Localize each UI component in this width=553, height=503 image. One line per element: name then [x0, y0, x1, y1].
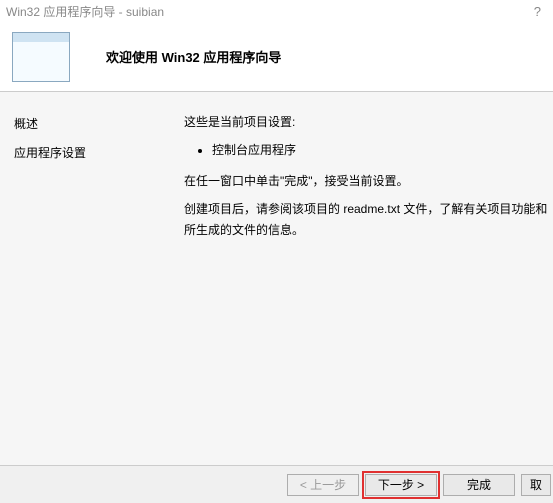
settings-list: 控制台应用程序 — [184, 140, 551, 160]
wizard-footer: < 上一步 下一步 > 完成 取 — [0, 465, 553, 503]
instruction-line: 在任一窗口中单击"完成"，接受当前设置。 — [184, 171, 551, 191]
help-icon[interactable]: ? — [528, 4, 547, 19]
wizard-main: 这些是当前项目设置: 控制台应用程序 在任一窗口中单击"完成"，接受当前设置。 … — [176, 92, 553, 465]
wizard-header-title: 欢迎使用 Win32 应用程序向导 — [106, 47, 281, 66]
wizard-header-icon — [12, 32, 70, 82]
cancel-button[interactable]: 取 — [521, 474, 551, 496]
wizard-sidebar: 概述 应用程序设置 — [0, 92, 176, 465]
sidebar-item-label: 应用程序设置 — [14, 146, 86, 160]
finish-button[interactable]: 完成 — [443, 474, 515, 496]
sidebar-item-app-settings[interactable]: 应用程序设置 — [14, 141, 162, 164]
sidebar-item-label: 概述 — [14, 117, 38, 131]
title-bar: Win32 应用程序向导 - suibian ? — [0, 0, 553, 22]
wizard-header: 欢迎使用 Win32 应用程序向导 — [0, 22, 553, 92]
wizard-body: 概述 应用程序设置 这些是当前项目设置: 控制台应用程序 在任一窗口中单击"完成… — [0, 92, 553, 465]
prev-button: < 上一步 — [287, 474, 359, 496]
settings-list-item: 控制台应用程序 — [212, 140, 551, 160]
settings-intro: 这些是当前项目设置: — [184, 112, 551, 132]
readme-line: 创建项目后，请参阅该项目的 readme.txt 文件，了解有关项目功能和所生成… — [184, 199, 551, 240]
window-title: Win32 应用程序向导 - suibian — [6, 3, 164, 20]
sidebar-item-overview[interactable]: 概述 — [14, 112, 162, 135]
next-button[interactable]: 下一步 > — [365, 474, 437, 496]
